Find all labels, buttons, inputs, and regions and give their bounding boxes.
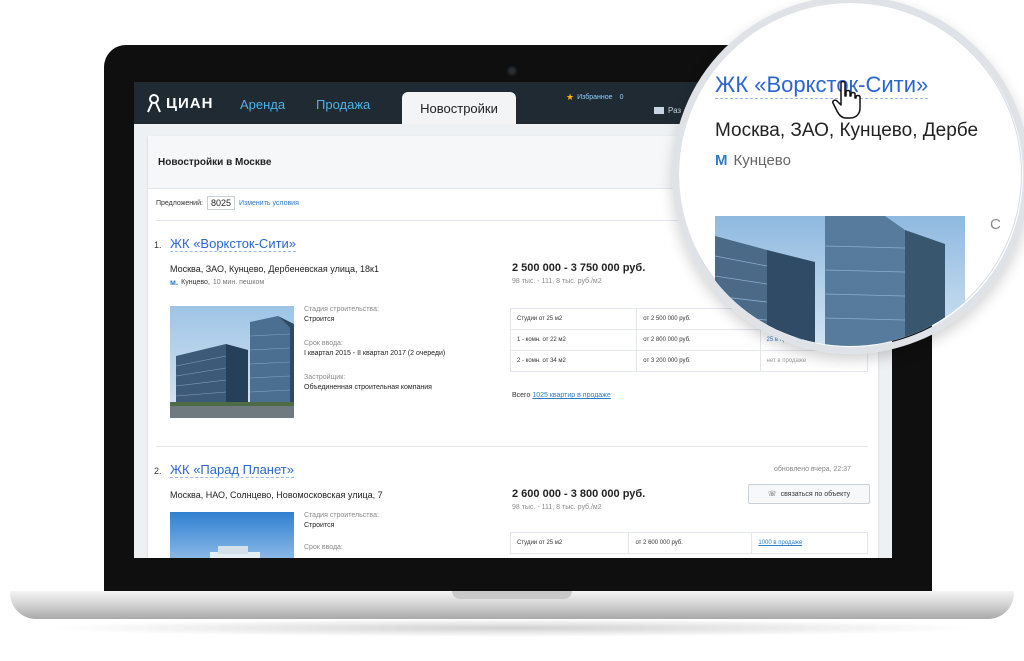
building-photo bbox=[170, 512, 294, 558]
tab-new-buildings[interactable]: Новостройки bbox=[402, 92, 516, 124]
total-apartments: Всего 1025 квартир в продаже bbox=[512, 392, 611, 399]
apt-type: Студии от 25 м2 bbox=[509, 532, 630, 554]
building-photo bbox=[170, 306, 294, 418]
total-label: Всего bbox=[512, 392, 531, 399]
listing-price: 2 600 000 - 3 800 000 руб. bbox=[512, 488, 646, 500]
developer-label: Застройщик: bbox=[304, 374, 346, 381]
post-ad-link[interactable]: Раз bbox=[654, 106, 681, 115]
magnified-metro-station: Кунцево bbox=[733, 152, 791, 169]
listing-number: 1. bbox=[154, 240, 162, 250]
pin-logo-icon bbox=[147, 94, 161, 113]
nav-sale[interactable]: Продажа bbox=[316, 97, 370, 112]
listing-price: 2 500 000 - 3 750 000 руб. bbox=[512, 262, 646, 274]
table-row: 2 - комн. от 34 м2 от 3 200 000 руб. нет… bbox=[509, 350, 868, 372]
logo-text: ЦИАН bbox=[166, 94, 214, 112]
listing-title[interactable]: ЖК «Парад Планет» bbox=[170, 462, 294, 478]
stage-value: Строится bbox=[304, 522, 335, 529]
magnified-edge-text: С bbox=[990, 216, 1001, 233]
logo[interactable]: ЦИАН bbox=[146, 91, 213, 115]
listing-photo[interactable] bbox=[170, 306, 294, 418]
laptop-shadow bbox=[40, 619, 984, 637]
contact-label: связаться по объекту bbox=[780, 490, 851, 498]
magnified-address: Москва, ЗАО, Кунцево, Дербе bbox=[715, 120, 979, 141]
post-ad-label: Раз bbox=[668, 106, 682, 115]
updated-timestamp: обновлено вчера, 22:37 bbox=[774, 466, 852, 473]
apt-type: 2 - комн. от 34 м2 bbox=[509, 350, 638, 372]
stage-label: Стадия строительства: bbox=[304, 306, 379, 313]
apt-type: Студии от 25 м2 bbox=[509, 308, 638, 330]
apartments-table: Студии от 25 м2 от 2 600 000 руб. 1000 в… bbox=[509, 532, 868, 554]
divider bbox=[156, 446, 868, 447]
developer-value: Объединенная строительная компания bbox=[304, 384, 432, 391]
deadline-value: I квартал 2015 - II квартал 2017 (2 очер… bbox=[304, 350, 446, 357]
listing-photo[interactable] bbox=[170, 512, 294, 558]
apt-price: от 3 200 000 руб. bbox=[636, 350, 761, 372]
stage-value: Строится bbox=[304, 316, 335, 323]
metro-icon: М bbox=[715, 152, 728, 169]
nav-rent[interactable]: Аренда bbox=[240, 97, 285, 112]
apt-type: 1 - комн. от 22 м2 bbox=[509, 329, 638, 351]
magnifier: ЖК «Ворксток-Сити» Москва, ЗАО, Кунцево,… bbox=[678, 2, 1022, 346]
star-icon: ★ bbox=[566, 92, 575, 102]
listing-number: 2. bbox=[154, 466, 162, 476]
listing-address: Москва, НАО, Солнцево, Новомосковская ул… bbox=[170, 490, 383, 500]
magnified-metro: М Кунцево bbox=[715, 152, 791, 169]
phone-icon: ☏ bbox=[767, 491, 777, 498]
listing-metro: м. Кунцево, 10 мин. пешком bbox=[170, 278, 264, 287]
metro-station: Кунцево, bbox=[181, 279, 210, 286]
listing-address: Москва, ЗАО, Кунцево, Дербеневская улица… bbox=[170, 264, 379, 274]
listing-title[interactable]: ЖК «Ворксток-Сити» bbox=[170, 236, 297, 252]
offers-label: Предложений: bbox=[156, 199, 203, 207]
laptop-notch bbox=[452, 591, 572, 599]
camera-icon bbox=[507, 66, 517, 76]
deadline-label: Срок ввода: bbox=[304, 544, 343, 551]
listing-price-per-m2: 98 тыс. - 111, 8 тыс. руб./м2 bbox=[512, 278, 602, 285]
offers-summary: Предложений: 8025 Изменить условия bbox=[156, 196, 299, 210]
contact-button[interactable]: ☏ связаться по объекту bbox=[748, 484, 870, 504]
page-title: Новостройки в Москве bbox=[158, 157, 272, 168]
hand-cursor-icon bbox=[832, 80, 861, 119]
metro-walk: 10 мин. пешком bbox=[212, 279, 265, 286]
apt-status-link[interactable]: 1000 в продаже bbox=[751, 532, 868, 554]
apt-price: от 2 600 000 руб. bbox=[628, 532, 753, 554]
favorites-label: Избранное bbox=[577, 94, 613, 101]
deadline-label: Срок ввода: bbox=[304, 340, 343, 347]
total-link[interactable]: 1025 квартир в продаже bbox=[532, 392, 610, 399]
magnified-photo bbox=[715, 216, 965, 346]
apt-status: нет в продаже bbox=[759, 350, 868, 372]
offers-count: 8025 bbox=[206, 196, 235, 210]
metro-icon: м. bbox=[170, 278, 179, 287]
stage-label: Стадия строительства: bbox=[304, 512, 379, 519]
table-row: Студии от 25 м2 от 2 600 000 руб. 1000 в… bbox=[509, 532, 868, 554]
change-conditions-link[interactable]: Изменить условия bbox=[239, 200, 299, 207]
listing-price-per-m2: 98 тыс. - 111, 8 тыс. руб./м2 bbox=[512, 504, 602, 511]
favorites-link[interactable]: ★ Избранное 0 bbox=[566, 92, 623, 103]
favorites-count: 0 bbox=[619, 94, 624, 101]
message-icon bbox=[654, 107, 664, 114]
magnified-title[interactable]: ЖК «Ворксток-Сити» bbox=[715, 72, 929, 99]
building-photo bbox=[715, 216, 965, 346]
